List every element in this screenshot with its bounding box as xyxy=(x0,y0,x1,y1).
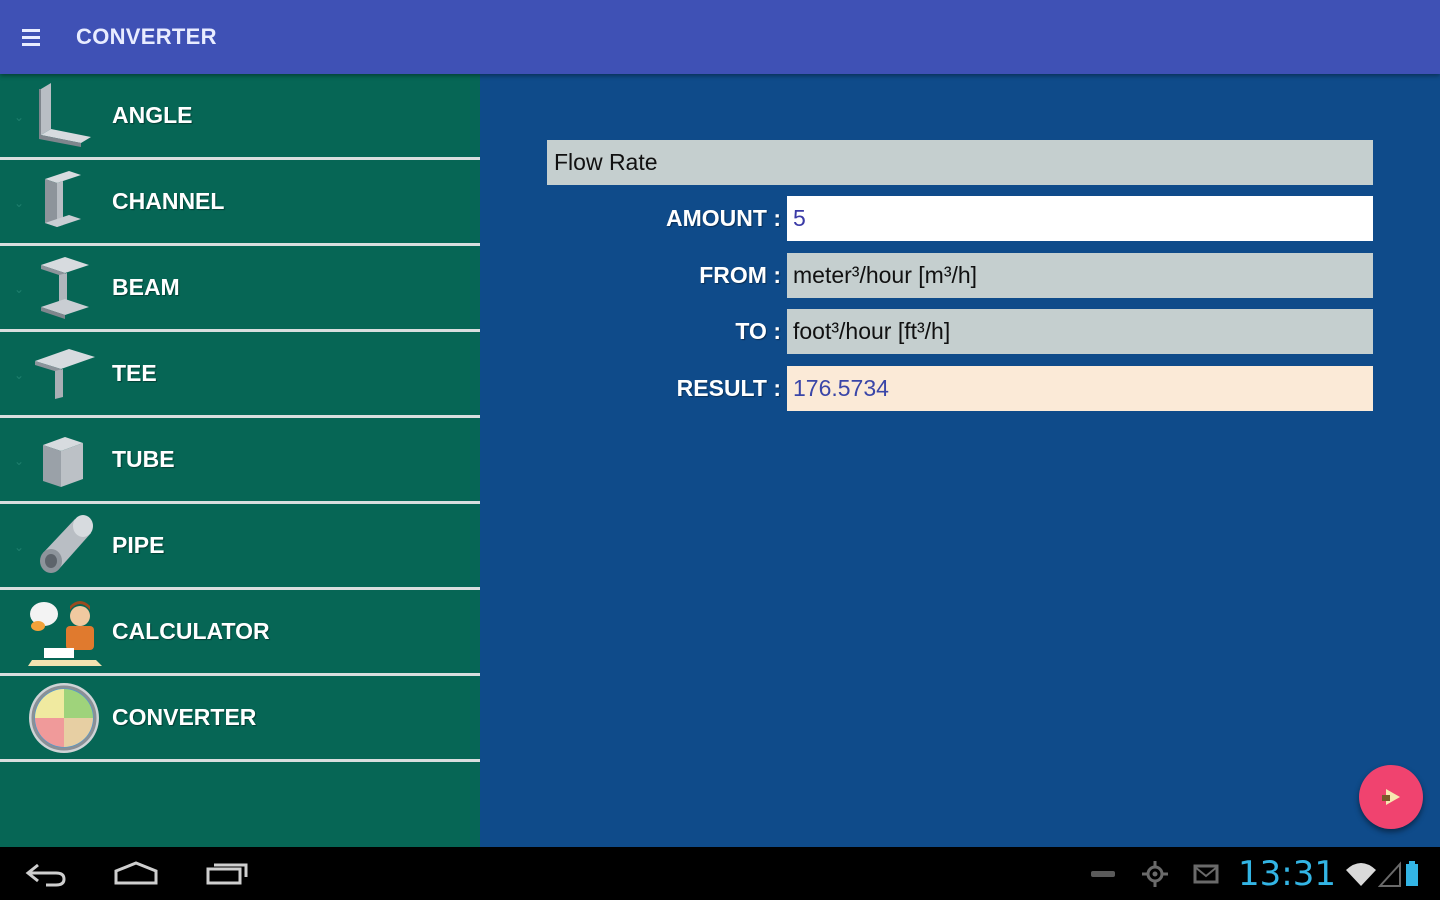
chevron-down-icon: ⌄ xyxy=(14,282,25,296)
sidebar-item-label: CHANNEL xyxy=(112,188,225,214)
mail-icon xyxy=(1193,864,1219,883)
beam-profile-icon xyxy=(24,248,104,328)
angle-profile-icon xyxy=(24,76,104,156)
chevron-down-icon: ⌄ xyxy=(14,454,25,468)
calculator-person-icon xyxy=(24,592,104,672)
amount-input[interactable] xyxy=(787,196,1373,241)
chevron-down-icon: ⌄ xyxy=(14,196,25,210)
chevron-down-icon: ⌄ xyxy=(14,110,25,124)
sidebar-item-label: ANGLE xyxy=(112,102,193,128)
status-area: 13:31 xyxy=(1088,847,1440,900)
tee-profile-icon xyxy=(24,334,104,414)
sidebar-item-angle[interactable]: ⌄ ANGLE xyxy=(0,74,480,160)
home-icon[interactable] xyxy=(112,857,160,889)
sidebar-item-channel[interactable]: ⌄ CHANNEL xyxy=(0,160,480,246)
clock: 13:31 xyxy=(1238,853,1336,894)
result-label: RESULT : xyxy=(676,375,781,401)
sidebar-item-label: TEE xyxy=(112,360,157,386)
sidebar-item-pipe[interactable]: ⌄ PIPE xyxy=(0,504,480,590)
sidebar-item-calculator[interactable]: CALCULATOR xyxy=(0,590,480,676)
to-label: TO : xyxy=(735,318,781,344)
converter-globe-icon xyxy=(24,678,104,758)
keyboard-icon xyxy=(1091,870,1116,877)
from-unit-select[interactable]: meter³/hour [m³/h] xyxy=(787,253,1373,298)
back-icon[interactable] xyxy=(24,857,68,889)
sidebar-item-tee[interactable]: ⌄ TEE xyxy=(0,332,480,418)
sidebar-item-label: CALCULATOR xyxy=(112,618,270,644)
app-bar: CONVERTER xyxy=(0,0,1440,74)
sidebar-item-label: TUBE xyxy=(112,446,175,472)
gps-icon xyxy=(1142,860,1169,887)
signal-icon xyxy=(1378,860,1401,887)
category-selector[interactable]: Flow Rate xyxy=(547,140,1373,185)
sidebar-item-converter[interactable]: CONVERTER xyxy=(0,676,480,762)
wifi-icon xyxy=(1346,862,1376,886)
result-value: 176.5734 xyxy=(787,366,1373,411)
sidebar: ⌄ ANGLE ⌄ CHANNEL ⌄ BEAM ⌄ TEE ⌄ TUBE ⌄ … xyxy=(0,74,480,847)
to-unit-select[interactable]: foot³/hour [ft³/h] xyxy=(787,309,1373,354)
sidebar-item-label: PIPE xyxy=(112,532,165,558)
share-icon xyxy=(1382,789,1400,805)
menu-icon[interactable] xyxy=(22,17,62,57)
sidebar-item-label: CONVERTER xyxy=(112,704,257,730)
from-row: FROM : meter³/hour [m³/h] xyxy=(547,253,1373,298)
amount-row: AMOUNT : xyxy=(547,196,1373,241)
chevron-down-icon: ⌄ xyxy=(14,368,25,382)
converter-panel: Flow Rate AMOUNT : FROM : meter³/hour [m… xyxy=(480,74,1440,847)
sidebar-item-label: BEAM xyxy=(112,274,180,300)
pipe-profile-icon xyxy=(24,506,104,586)
from-label: FROM : xyxy=(699,262,781,288)
chevron-down-icon: ⌄ xyxy=(14,540,25,554)
sidebar-item-beam[interactable]: ⌄ BEAM xyxy=(0,246,480,332)
battery-icon xyxy=(1406,860,1418,886)
recent-apps-icon[interactable] xyxy=(204,857,250,889)
result-row: RESULT : 176.5734 xyxy=(547,366,1373,411)
amount-label: AMOUNT : xyxy=(666,205,781,231)
channel-profile-icon xyxy=(24,162,104,242)
sidebar-item-tube[interactable]: ⌄ TUBE xyxy=(0,418,480,504)
app-title: CONVERTER xyxy=(76,24,217,49)
fab-button[interactable] xyxy=(1359,765,1423,829)
to-row: TO : foot³/hour [ft³/h] xyxy=(547,309,1373,354)
tube-profile-icon xyxy=(24,420,104,500)
system-navigation-bar: 13:31 xyxy=(0,847,1440,900)
